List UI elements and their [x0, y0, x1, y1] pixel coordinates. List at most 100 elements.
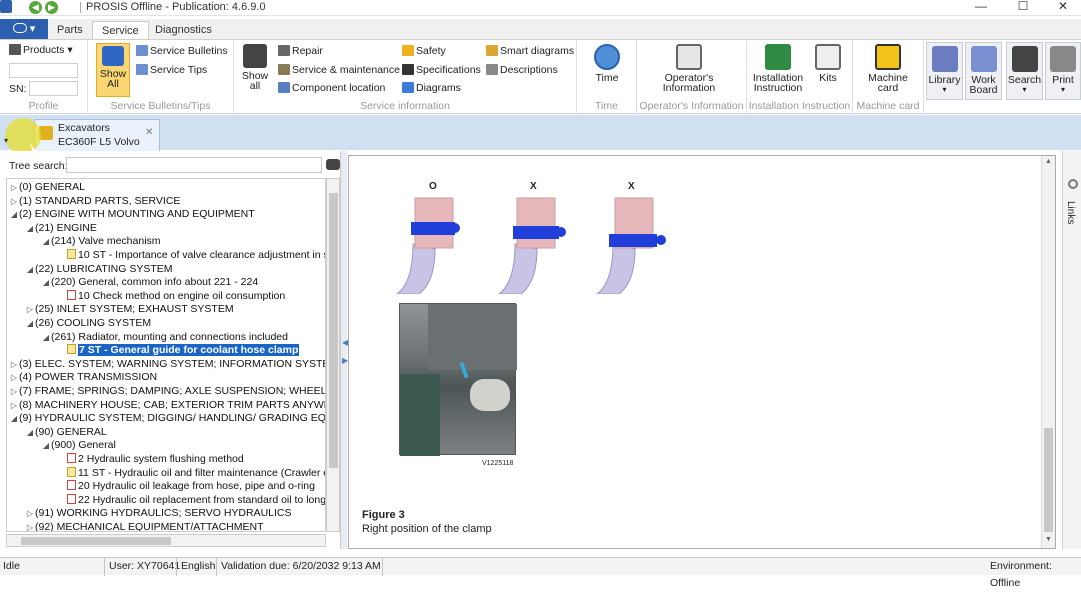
- tab-dropdown-icon[interactable]: ▾: [4, 136, 8, 145]
- service-bulletins-button[interactable]: Service Bulletins: [136, 45, 228, 58]
- tree-node[interactable]: ▷ (4) POWER TRANSMISSION: [9, 371, 157, 384]
- expanded-arrow-icon[interactable]: ◢: [41, 439, 51, 452]
- bulletins-group: Show All Service Bulletins Service Tips …: [88, 40, 234, 114]
- tree-search-binoculars-icon[interactable]: [326, 159, 340, 170]
- collapsed-arrow-icon[interactable]: ▷: [25, 507, 35, 520]
- collapsed-arrow-icon[interactable]: ▷: [9, 358, 19, 371]
- collapsed-arrow-icon[interactable]: ▷: [9, 181, 19, 194]
- tree-node[interactable]: ▷ (91) WORKING HYDRAULICS; SERVO HYDRAULI…: [25, 507, 292, 520]
- collapsed-arrow-icon[interactable]: ▷: [25, 303, 35, 316]
- collapsed-arrow-icon[interactable]: ▷: [9, 195, 19, 208]
- collapsed-arrow-icon[interactable]: ▷: [9, 371, 19, 384]
- show-all-bulletins-button[interactable]: Show All: [96, 43, 130, 97]
- content-scroll-up-icon[interactable]: ▲: [1045, 158, 1052, 165]
- service-tips-button[interactable]: Service Tips: [136, 64, 207, 77]
- tree-node[interactable]: ▷ (3) ELEC. SYSTEM; WARNING SYSTEM; INFOR…: [9, 358, 325, 371]
- expanded-arrow-icon[interactable]: ◢: [41, 276, 51, 289]
- tree-node[interactable]: ◢ (2) ENGINE WITH MOUNTING AND EQUIPMENT: [9, 208, 255, 221]
- print-button[interactable]: Print ▾: [1045, 42, 1081, 100]
- tree-node[interactable]: ◢ (220) General, common info about 221 - …: [41, 276, 258, 289]
- descriptions-button[interactable]: Descriptions: [486, 64, 558, 77]
- tree-horizontal-scrollbar[interactable]: [6, 534, 326, 547]
- tree-node[interactable]: ◢ (900) General: [41, 439, 116, 452]
- specifications-button[interactable]: Specifications: [402, 64, 481, 77]
- tree-node[interactable]: 10 ST - Importance of valve clearance ad…: [57, 249, 325, 262]
- expanded-arrow-icon[interactable]: ◢: [9, 412, 19, 425]
- tree-node[interactable]: ◢ (90) GENERAL: [25, 426, 107, 439]
- tree-node[interactable]: ◢ (261) Radiator, mounting and connection…: [41, 331, 288, 344]
- component-location-button[interactable]: Component location: [278, 82, 385, 95]
- panel-splitter[interactable]: [341, 151, 347, 549]
- close-tab-icon[interactable]: ✕: [145, 127, 153, 138]
- tree-node[interactable]: 7 ST - General guide for coolant hose cl…: [57, 344, 300, 357]
- product-field[interactable]: [9, 63, 78, 78]
- figure-mark-wrong: X: [628, 181, 635, 192]
- close-button[interactable]: ✕: [1048, 0, 1078, 15]
- expanded-arrow-icon[interactable]: ◢: [25, 263, 35, 276]
- maximize-button[interactable]: ☐: [1008, 0, 1038, 15]
- app-menu-button[interactable]: ▾: [0, 19, 48, 39]
- tree-node[interactable]: ◢ (26) COOLING SYSTEM: [25, 317, 151, 330]
- search-button[interactable]: Search ▾: [1006, 42, 1043, 100]
- hose-wrong-2: [596, 197, 666, 294]
- tree-node[interactable]: ◢ (9) HYDRAULIC SYSTEM; DIGGING/ HANDLING…: [9, 412, 325, 425]
- forward-icon[interactable]: ▶: [45, 1, 58, 14]
- tree-node[interactable]: 11 ST - Hydraulic oil and filter mainten…: [57, 466, 325, 480]
- smart-diagrams-button[interactable]: Smart diagrams: [486, 45, 574, 58]
- links-tab[interactable]: Links: [1065, 201, 1076, 224]
- tab-service[interactable]: Service: [92, 21, 149, 40]
- expanded-arrow-icon[interactable]: ◢: [9, 208, 19, 221]
- sn-field[interactable]: [29, 81, 78, 96]
- document-tab-excavator[interactable]: Excavators EC360F L5 Volvo ✕: [34, 119, 160, 151]
- tree-node[interactable]: ▷ (0) GENERAL: [9, 181, 85, 194]
- time-button[interactable]: Time: [589, 44, 625, 83]
- operators-information-button[interactable]: Operator's Information: [639, 44, 739, 93]
- minimize-button[interactable]: —: [966, 0, 996, 15]
- expanded-arrow-icon[interactable]: ◢: [25, 317, 35, 330]
- collapsed-arrow-icon[interactable]: ▷: [25, 521, 35, 531]
- products-dropdown[interactable]: Products ▾: [9, 44, 73, 57]
- time-group: Time Time: [577, 40, 637, 114]
- back-icon[interactable]: ◀: [29, 1, 42, 14]
- collapsed-arrow-icon[interactable]: ▷: [9, 385, 19, 398]
- collapsed-arrow-icon[interactable]: ▷: [9, 399, 19, 412]
- work-board-button[interactable]: Work Board: [965, 42, 1002, 100]
- show-all-info-button[interactable]: Show all: [240, 44, 270, 91]
- tree-node[interactable]: ◢ (21) ENGINE: [25, 222, 97, 235]
- tab-parts[interactable]: Parts: [48, 21, 92, 40]
- tree-scroll-thumb[interactable]: [329, 193, 338, 468]
- tree-node[interactable]: ◢ (22) LUBRICATING SYSTEM: [25, 263, 173, 276]
- tree-vertical-scrollbar[interactable]: [326, 178, 340, 532]
- tree-node[interactable]: 22 Hydraulic oil replacement from standa…: [57, 493, 325, 507]
- figure-caption-title: Figure 3: [362, 509, 405, 521]
- tree-node[interactable]: ◢ (214) Valve mechanism: [41, 235, 161, 248]
- tree-node[interactable]: ▷ (8) MACHINERY HOUSE; CAB; EXTERIOR TRIM…: [9, 399, 325, 412]
- expanded-arrow-icon[interactable]: ◢: [41, 235, 51, 248]
- service-maintenance-button[interactable]: Service & maintenance: [278, 64, 400, 77]
- content-scroll-down-icon[interactable]: ▼: [1045, 536, 1052, 543]
- tree-node[interactable]: 20 Hydraulic oil leakage from hose, pipe…: [57, 480, 315, 493]
- machine-card-button[interactable]: Machine card: [859, 44, 917, 93]
- expanded-arrow-icon[interactable]: ◢: [41, 331, 51, 344]
- tree-node[interactable]: ▷ (7) FRAME; SPRINGS; DAMPING; AXLE SUSPE…: [9, 385, 325, 398]
- tree-node[interactable]: ▷ (1) STANDARD PARTS, SERVICE: [9, 195, 181, 208]
- content-vertical-scrollbar[interactable]: ▲ ▼: [1041, 156, 1055, 548]
- window-title: PROSIS Offline - Publication: 4.6.9.0: [86, 1, 266, 13]
- tree-node[interactable]: ▷ (25) INLET SYSTEM; EXHAUST SYSTEM: [25, 303, 234, 316]
- expanded-arrow-icon[interactable]: ◢: [25, 426, 35, 439]
- safety-button[interactable]: Safety: [402, 45, 446, 58]
- kits-button[interactable]: Kits: [813, 44, 843, 83]
- library-button[interactable]: Library ▾: [926, 42, 963, 100]
- content-scroll-thumb[interactable]: [1044, 428, 1053, 532]
- expanded-arrow-icon[interactable]: ◢: [25, 222, 35, 235]
- repair-button[interactable]: Repair: [278, 45, 323, 58]
- tree-hscroll-thumb[interactable]: [21, 537, 171, 545]
- tree-node[interactable]: 2 Hydraulic system flushing method: [57, 453, 244, 466]
- diagrams-button[interactable]: Diagrams: [402, 82, 461, 95]
- tab-diagnostics[interactable]: Diagnostics: [146, 21, 221, 40]
- installation-instruction-button[interactable]: Installation Instruction: [749, 44, 807, 93]
- tree-node[interactable]: ▷ (92) MECHANICAL EQUIPMENT/ATTACHMENT: [25, 521, 264, 531]
- tree-search-input[interactable]: [66, 157, 322, 173]
- tree-node[interactable]: 10 Check method on engine oil consumptio…: [57, 289, 285, 303]
- hose-wrong-1: [498, 197, 566, 294]
